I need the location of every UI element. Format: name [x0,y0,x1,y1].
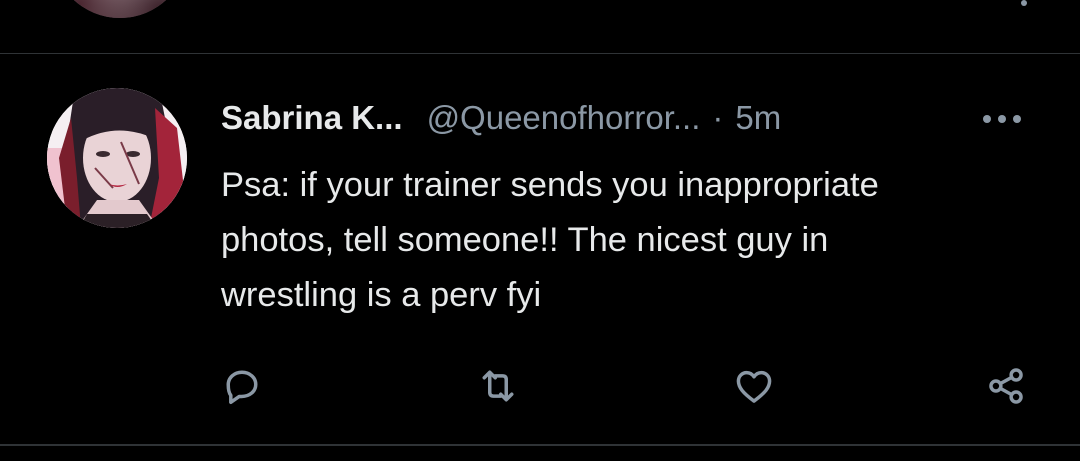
retweet-icon [482,370,514,402]
tweet-text: Psa: if your trainer sends you inappropr… [221,166,879,314]
share-icon [989,368,1023,404]
reply-icon [226,370,258,405]
heart-icon [736,370,772,403]
previous-tweet[interactable] [0,0,1080,54]
avatar[interactable] [47,88,187,228]
tweet-header: Sabrina K... @Queenofhorror... · 5m [221,96,781,140]
more-button[interactable] [972,104,1032,134]
reply-button[interactable] [218,362,266,410]
more-icon [983,115,1021,123]
divider [0,53,1080,54]
like-button[interactable] [730,362,778,410]
timeline: Sabrina K... @Queenofhorror... · 5m Psa:… [0,0,1080,461]
divider [0,444,1080,446]
more-icon[interactable] [1021,0,1027,6]
separator: · [712,99,724,136]
retweet-button[interactable] [474,362,522,410]
display-name[interactable]: Sabrina K... [221,99,403,137]
share-button[interactable] [982,362,1030,410]
handle[interactable]: @Queenofhorror... [427,99,701,137]
timestamp[interactable]: 5m [735,99,781,137]
previous-tweet-avatar[interactable] [52,0,188,18]
